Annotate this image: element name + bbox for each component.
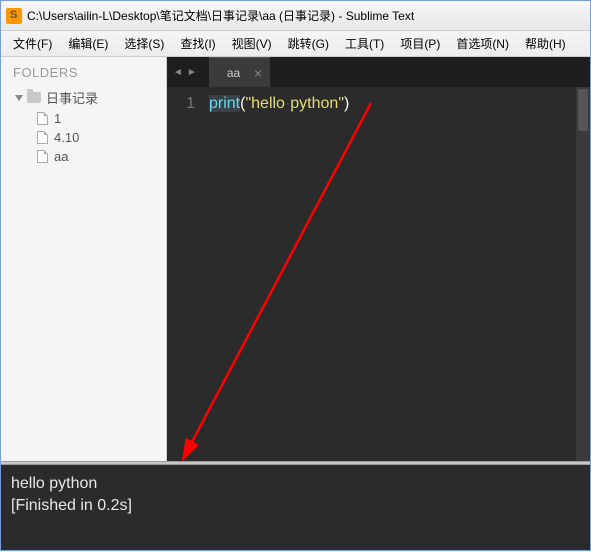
sidebar: FOLDERS 日事记录 1 4.10 aa — [1, 57, 167, 461]
main-area: FOLDERS 日事记录 1 4.10 aa ◄ ► aa × — [1, 57, 590, 461]
line-gutter: 1 — [167, 87, 205, 461]
folder-root[interactable]: 日事记录 — [9, 86, 158, 109]
code-token-func: print — [209, 95, 240, 112]
file-label: 4.10 — [54, 130, 79, 145]
menu-file[interactable]: 文件(F) — [5, 32, 60, 55]
menu-view[interactable]: 视图(V) — [224, 32, 280, 55]
build-output-panel[interactable]: hello python [Finished in 0.2s] — [1, 465, 590, 550]
file-item-3[interactable]: aa — [9, 147, 158, 166]
editor-area: ◄ ► aa × 1 print("hello·python") — [167, 57, 590, 461]
menu-edit[interactable]: 编辑(E) — [60, 32, 116, 55]
code-content[interactable]: print("hello·python") — [205, 87, 590, 461]
file-label: 1 — [54, 111, 61, 126]
chevron-left-icon[interactable]: ◄ — [173, 67, 183, 78]
tab-bar: ◄ ► aa × — [167, 57, 590, 87]
window-title: C:\Users\ailin-L\Desktop\笔记文档\日事记录\aa (日… — [27, 7, 414, 24]
file-icon — [37, 150, 48, 163]
vertical-scrollbar[interactable] — [576, 87, 590, 461]
menu-tools[interactable]: 工具(T) — [337, 32, 392, 55]
menu-help[interactable]: 帮助(H) — [517, 32, 574, 55]
tab-aa[interactable]: aa × — [209, 57, 270, 87]
code-token-string: hello — [251, 95, 285, 112]
console-line: [Finished in 0.2s] — [11, 495, 580, 517]
line-number: 1 — [167, 95, 195, 113]
menu-project[interactable]: 项目(P) — [392, 32, 448, 55]
tab-label: aa — [227, 66, 240, 80]
code-token-paren: ) — [344, 95, 349, 112]
code-area[interactable]: 1 print("hello·python") — [167, 87, 590, 461]
tab-nav: ◄ ► — [167, 67, 203, 78]
menu-find[interactable]: 查找(I) — [172, 32, 223, 55]
close-icon[interactable]: × — [254, 66, 262, 80]
file-item-1[interactable]: 1 — [9, 109, 158, 128]
menu-bar: 文件(F) 编辑(E) 选择(S) 查找(I) 视图(V) 跳转(G) 工具(T… — [1, 31, 590, 57]
menu-goto[interactable]: 跳转(G) — [280, 32, 337, 55]
menu-prefs[interactable]: 首选项(N) — [448, 32, 517, 55]
scrollbar-thumb[interactable] — [578, 89, 588, 131]
folder-icon — [27, 92, 41, 103]
code-token-string: python — [290, 95, 338, 112]
chevron-down-icon — [15, 95, 23, 101]
console-line: hello python — [11, 473, 580, 495]
file-label: aa — [54, 149, 68, 164]
folder-label: 日事记录 — [46, 88, 98, 107]
file-item-2[interactable]: 4.10 — [9, 128, 158, 147]
menu-select[interactable]: 选择(S) — [116, 32, 172, 55]
window-title-bar: C:\Users\ailin-L\Desktop\笔记文档\日事记录\aa (日… — [1, 1, 590, 31]
file-icon — [37, 131, 48, 144]
sidebar-header: FOLDERS — [9, 65, 158, 80]
file-icon — [37, 112, 48, 125]
app-icon — [6, 8, 22, 24]
chevron-right-icon[interactable]: ► — [187, 67, 197, 78]
